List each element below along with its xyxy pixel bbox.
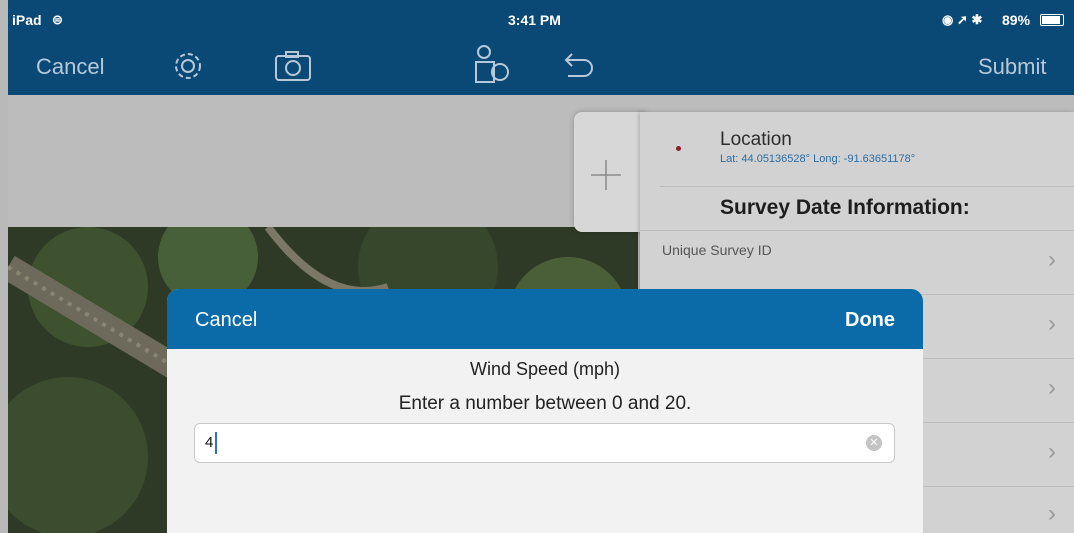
number-input-dialog: Cancel Done Wind Speed (mph) Enter a num… (167, 289, 923, 533)
battery-icon (1040, 14, 1064, 26)
battery-percent: 89% (1002, 12, 1031, 28)
section-title: Survey Date Information: (720, 196, 970, 219)
chevron-right-icon: › (1048, 374, 1056, 401)
clock: 3:41 PM (508, 12, 561, 28)
section-header: Survey Date Information: (640, 186, 1074, 231)
camera-icon[interactable] (272, 46, 316, 86)
location-title: Location (720, 129, 792, 150)
form-row[interactable]: Unique Survey ID › (640, 230, 1074, 295)
clear-icon[interactable]: ✕ (866, 435, 882, 451)
location-coords: Lat: 44.05136528° Long: -91.63651178° (720, 153, 916, 165)
location-arrow-icon: ◉ ➚ ✱ (942, 12, 983, 27)
gear-icon[interactable] (168, 46, 208, 86)
submit-button[interactable]: Submit (978, 54, 1046, 80)
chevron-right-icon: › (1048, 500, 1056, 527)
number-input-value: 4 (205, 434, 214, 451)
text-caret (215, 432, 217, 454)
question-title: Wind Speed (mph) (469, 359, 621, 379)
dialog-done-button[interactable]: Done (845, 309, 895, 332)
wifi-icon: ⊜ (52, 12, 63, 27)
field-label: Unique Survey ID (662, 242, 772, 258)
chevron-right-icon: › (1048, 438, 1056, 465)
dialog-header: Cancel Done (167, 289, 923, 349)
device-label: iPad (12, 12, 42, 28)
cancel-button[interactable]: Cancel (36, 54, 104, 80)
chevron-right-icon: › (1048, 310, 1056, 337)
status-bar: iPad ⊜ 3:41 PM ◉ ➚ ✱ 89% (8, 0, 1074, 40)
collect-at-location-icon[interactable] (468, 42, 516, 90)
undo-icon[interactable] (556, 46, 600, 86)
dialog-cancel-button[interactable]: Cancel (195, 309, 257, 332)
question-hint: Enter a number between 0 and 20. (398, 393, 692, 414)
toolbar: Cancel Submit (8, 40, 1074, 95)
chevron-right-icon: › (1048, 246, 1056, 273)
location-row[interactable]: Location Lat: 44.05136528° Long: -91.636… (660, 112, 1074, 187)
add-feature-button[interactable] (574, 112, 646, 232)
number-input[interactable]: 4 ✕ (194, 423, 895, 463)
location-dot-icon (676, 146, 681, 151)
